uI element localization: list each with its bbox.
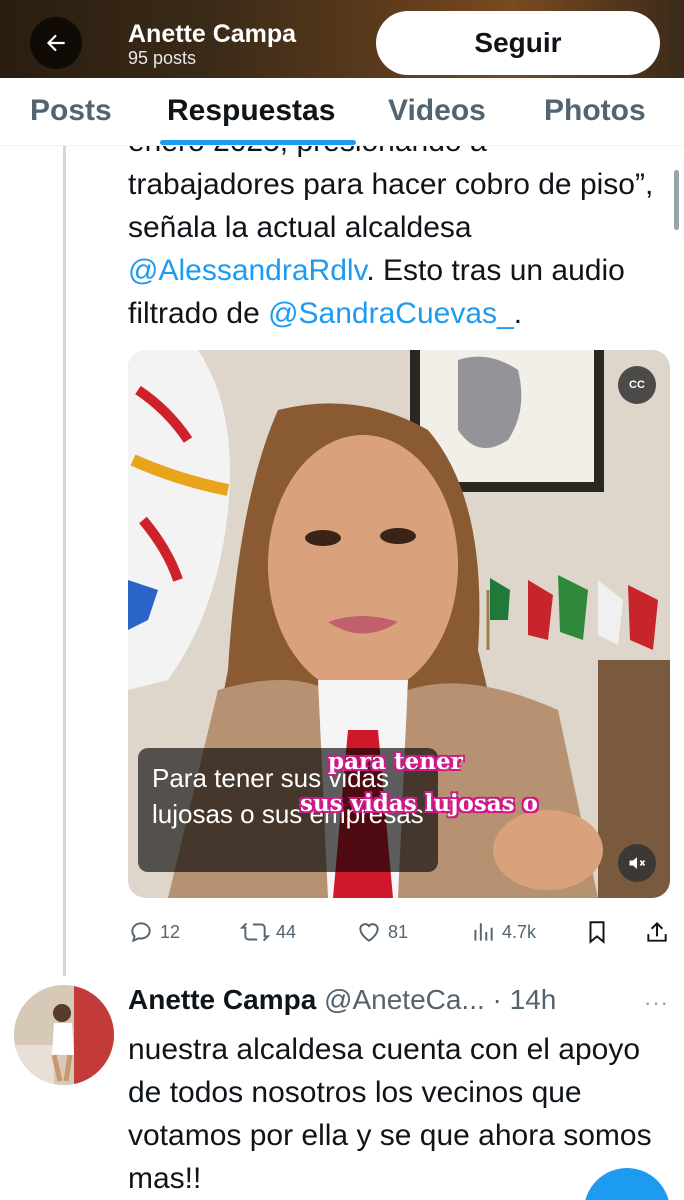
active-tab-indicator <box>160 140 356 145</box>
repost-icon <box>240 922 270 942</box>
reply-text: nuestra alcaldesa cuenta con el apoyo de… <box>128 1033 652 1195</box>
profile-name: Anette Campa <box>128 20 297 48</box>
scrollbar[interactable] <box>674 170 679 230</box>
profile-header: Anette Campa 95 posts Seguir <box>0 0 684 78</box>
views-count: 4.7k <box>502 921 537 942</box>
mention-link-sandra[interactable]: @SandraCuevas_ <box>268 297 514 330</box>
tab-photos[interactable]: Photos <box>544 94 646 128</box>
speaker-mute-icon <box>629 857 646 869</box>
reply-icon <box>131 922 151 943</box>
follow-button[interactable]: Seguir <box>376 11 660 75</box>
mention-link-alessandra[interactable]: @AlessandraRdlv <box>128 254 366 287</box>
profile-tabs: Posts Respuestas Videos Photos <box>0 78 684 146</box>
more-options-icon[interactable]: ··· <box>644 990 669 1016</box>
like-button[interactable]: 81 <box>356 914 408 950</box>
reply-author-name[interactable]: Anette Campa <box>128 984 316 1015</box>
video-player[interactable]: Para tener sus vidas lujosas o sus empre… <box>128 350 670 898</box>
tab-respuestas[interactable]: Respuestas <box>167 94 335 128</box>
tweet-text-part-c: . <box>513 297 523 330</box>
bookmark-button[interactable] <box>584 914 610 950</box>
tweet-actions: 12 44 81 4.7k <box>128 914 684 954</box>
bookmark-icon <box>589 921 605 944</box>
avatar-image <box>14 985 114 1085</box>
avatar[interactable] <box>14 985 114 1085</box>
cc-label: CC <box>629 379 645 391</box>
thread-connector-line <box>63 146 66 976</box>
like-count: 81 <box>388 921 409 942</box>
arrow-left-icon <box>46 34 65 52</box>
tweet-text: enero 2025, presionando a trabajadores p… <box>128 146 684 335</box>
tweet-text-part-a: trabajadores para hacer cobro de piso”, … <box>128 168 654 244</box>
repost-count: 44 <box>276 921 297 942</box>
burned-subtitle-line-2: sus vidas lujosas o <box>300 790 538 817</box>
share-icon <box>647 921 667 942</box>
reply-author-line: Anette Campa @AneteCa... · 14h <box>128 984 556 1016</box>
share-button[interactable] <box>644 914 670 950</box>
views-button[interactable]: 4.7k <box>470 914 536 950</box>
repost-button[interactable]: 44 <box>240 914 296 950</box>
reply-author-handle-time[interactable]: @AneteCa... · 14h <box>324 984 556 1015</box>
heart-icon <box>359 923 379 942</box>
reply-button[interactable]: 12 <box>128 914 180 950</box>
back-button[interactable] <box>30 17 82 69</box>
views-chart-icon <box>474 923 493 941</box>
reply-count: 12 <box>160 921 181 942</box>
post-count: 95 posts <box>128 48 197 68</box>
mute-button[interactable] <box>618 844 656 882</box>
tab-posts[interactable]: Posts <box>30 94 112 128</box>
burned-subtitle-line-1: para tener <box>328 748 463 775</box>
tab-videos[interactable]: Videos <box>388 94 486 128</box>
closed-captions-button[interactable]: CC <box>618 366 656 404</box>
